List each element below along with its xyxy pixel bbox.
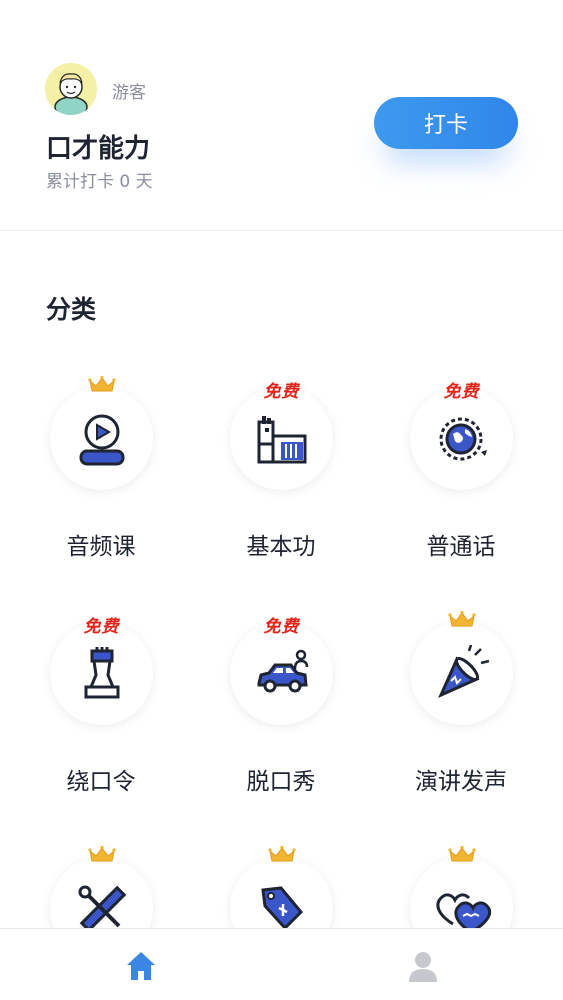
bottom-nav	[0, 928, 563, 1000]
section-title: 分类	[46, 295, 97, 324]
username: 游客	[112, 83, 146, 103]
category-icon-circle	[50, 375, 153, 490]
category-label: 绕口令	[66, 769, 136, 795]
page-title: 口才能力	[46, 134, 151, 164]
category-icon-circle: 免费	[50, 617, 153, 725]
car-icon	[257, 649, 308, 692]
category-label: 音频课	[66, 534, 136, 560]
chess-piece-icon	[84, 646, 119, 698]
category-icon-circle	[410, 610, 513, 725]
nav-profile[interactable]	[404, 947, 442, 985]
category-label: 演讲发声	[415, 769, 507, 795]
category-icon-circle: 免费	[410, 382, 513, 490]
category-label: 基本功	[246, 534, 316, 560]
free-badge: 免费	[263, 617, 300, 637]
audio-person-icon	[79, 414, 124, 465]
crown-icon	[267, 845, 296, 862]
avatar[interactable]	[45, 63, 97, 115]
category-icon-circle: 免费	[230, 382, 333, 490]
category-label: 普通话	[426, 534, 496, 560]
free-badge: 免费	[443, 382, 480, 402]
nav-home[interactable]	[122, 947, 160, 985]
party-popper-icon	[437, 644, 489, 698]
checkin-button[interactable]: 打卡	[374, 97, 518, 149]
free-badge: 免费	[83, 617, 120, 637]
checkin-count: 累计打卡 0 天	[46, 172, 153, 192]
crown-icon	[447, 610, 476, 627]
user-avatar-icon	[45, 63, 97, 115]
factory-icon	[257, 415, 306, 463]
crown-icon	[87, 845, 116, 862]
home-icon	[127, 952, 155, 980]
profile-header: 游客 口才能力 累计打卡 0 天 打卡	[0, 0, 563, 231]
crown-icon	[87, 375, 116, 392]
globe-icon	[439, 417, 487, 460]
free-badge: 免费	[263, 382, 300, 402]
crown-icon	[447, 845, 476, 862]
category-icon-circle: 免费	[230, 617, 333, 725]
person-icon	[409, 952, 437, 982]
category-label: 脱口秀	[246, 769, 316, 795]
